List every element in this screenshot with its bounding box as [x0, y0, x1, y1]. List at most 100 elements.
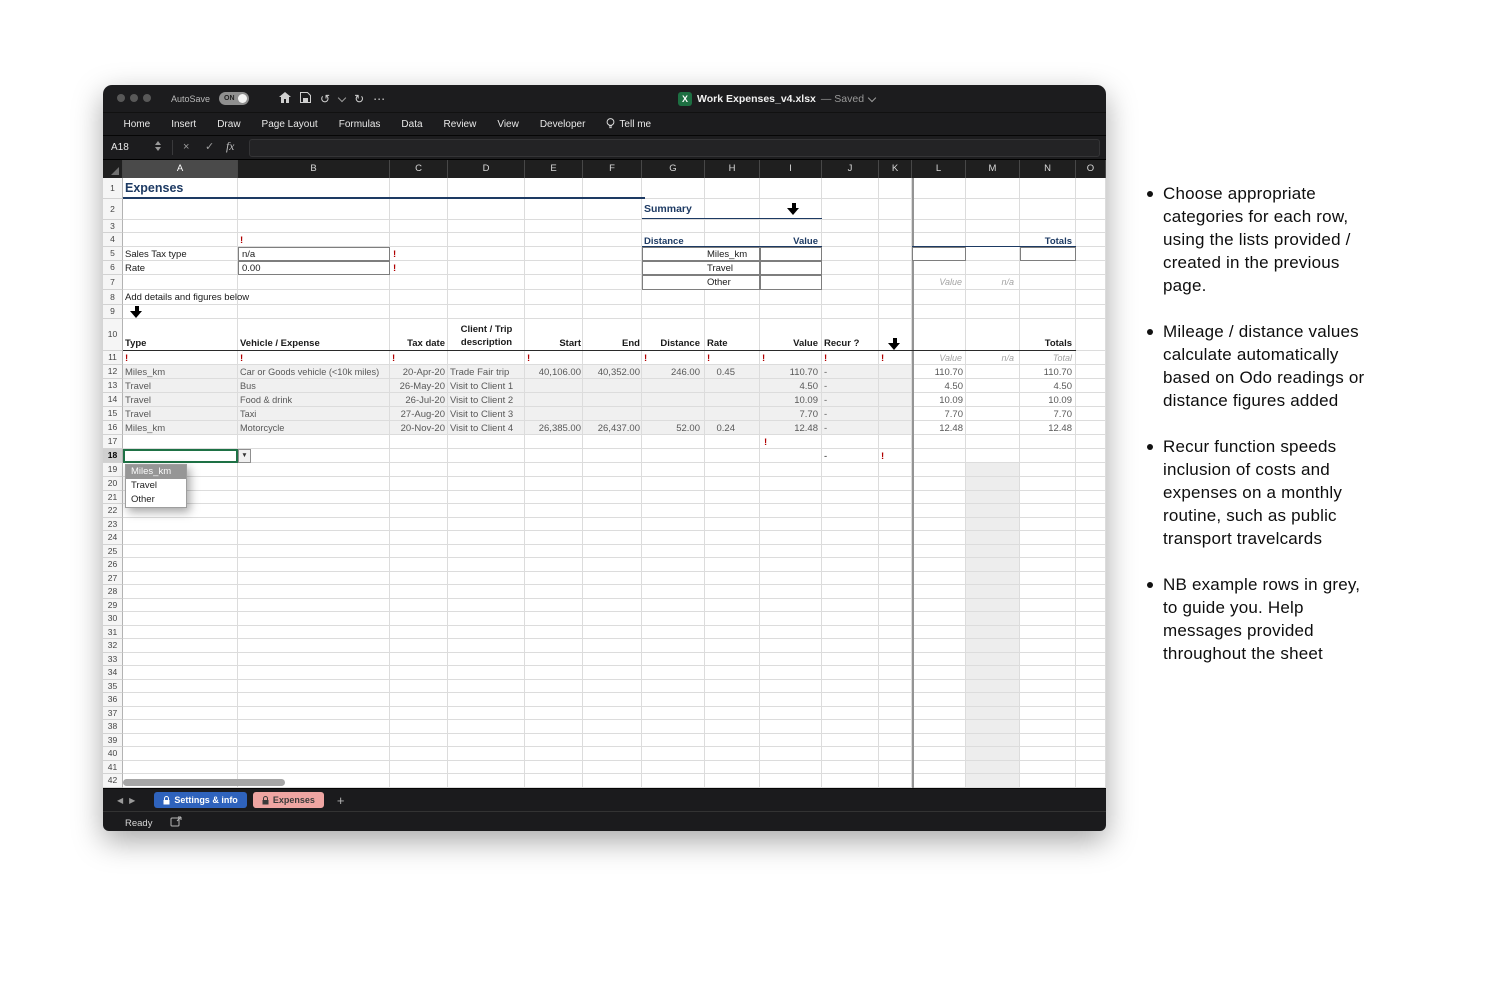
maximize-window-icon[interactable]	[143, 94, 151, 102]
tab-scroll-right-icon[interactable]: ▶	[129, 796, 135, 805]
column-header-c[interactable]: C	[390, 160, 448, 178]
formula-input[interactable]	[249, 139, 1100, 157]
row-header-13[interactable]: 13	[103, 379, 123, 393]
column-header-e[interactable]: E	[525, 160, 583, 178]
row-header-2[interactable]: 2	[103, 199, 123, 220]
column-header-f[interactable]: F	[583, 160, 642, 178]
row-header-36[interactable]: 36	[103, 693, 123, 707]
column-header-l[interactable]: L	[912, 160, 966, 178]
row-header-4[interactable]: 4	[103, 233, 123, 247]
column-header-b[interactable]: B	[238, 160, 390, 178]
tell-me-button[interactable]: Tell me	[596, 118, 662, 130]
column-header-k[interactable]: K	[879, 160, 912, 178]
save-icon[interactable]	[300, 90, 311, 108]
more-icon[interactable]: ⋯	[373, 93, 385, 105]
row-header-1[interactable]: 1	[103, 178, 123, 199]
column-header-j[interactable]: J	[822, 160, 879, 178]
row-header-7[interactable]: 7	[103, 275, 123, 290]
tab-developer[interactable]: Developer	[529, 119, 596, 130]
sheet-tab-expenses[interactable]: Expenses	[253, 792, 324, 808]
row-header-18[interactable]: 18	[103, 449, 123, 463]
sheet-tab-settings-info[interactable]: Settings & info	[154, 792, 247, 808]
validation-dropdown-list[interactable]: Miles_kmTravelOther	[125, 464, 187, 508]
name-box-stepper[interactable]	[155, 141, 161, 151]
sales-tax-type-field[interactable]	[238, 247, 390, 261]
row-header-34[interactable]: 34	[103, 666, 123, 680]
row-header-14[interactable]: 14	[103, 393, 123, 407]
row-header-37[interactable]: 37	[103, 707, 123, 721]
undo-menu-chevron-icon[interactable]	[338, 93, 346, 101]
row-header-22[interactable]: 22	[103, 504, 123, 518]
row-header-21[interactable]: 21	[103, 491, 123, 504]
cancel-entry-icon[interactable]: ×	[183, 136, 189, 159]
dropdown-item-travel[interactable]: Travel	[126, 479, 186, 493]
row-header-38[interactable]: 38	[103, 720, 123, 734]
dropdown-item-miles_km[interactable]: Miles_km	[126, 465, 186, 479]
row-header-20[interactable]: 20	[103, 477, 123, 491]
sales-tax-rate-field[interactable]	[238, 261, 390, 275]
home-icon[interactable]	[279, 90, 291, 108]
tab-home[interactable]: Home	[113, 119, 161, 130]
tab-view[interactable]: View	[487, 119, 530, 130]
row-header-8[interactable]: 8	[103, 290, 123, 305]
row-header-24[interactable]: 24	[103, 531, 123, 545]
window-titlebar[interactable]: AutoSave ON ↺ ↻ ⋯ X Work Expenses_v4.xls…	[103, 85, 1106, 112]
accessibility-icon[interactable]	[170, 814, 182, 831]
tab-draw[interactable]: Draw	[207, 119, 251, 130]
row-header-29[interactable]: 29	[103, 599, 123, 613]
row-header-5[interactable]: 5	[103, 247, 123, 261]
tab-data[interactable]: Data	[391, 119, 433, 130]
tab-review[interactable]: Review	[433, 119, 487, 130]
tab-formulas[interactable]: Formulas	[328, 119, 391, 130]
title-chevron-icon[interactable]	[868, 93, 876, 101]
dropdown-button[interactable]: ▼	[238, 449, 251, 463]
row-header-25[interactable]: 25	[103, 545, 123, 559]
row-header-3[interactable]: 3	[103, 220, 123, 233]
row-header-28[interactable]: 28	[103, 585, 123, 599]
add-sheet-button[interactable]: +	[337, 793, 345, 808]
row-header-30[interactable]: 30	[103, 612, 123, 626]
row-header-32[interactable]: 32	[103, 639, 123, 653]
tab-page-layout[interactable]: Page Layout	[251, 119, 328, 130]
row-header-33[interactable]: 33	[103, 653, 123, 667]
undo-icon[interactable]: ↺	[320, 93, 330, 105]
row-header-39[interactable]: 39	[103, 734, 123, 748]
close-window-icon[interactable]	[117, 94, 125, 102]
dropdown-item-other[interactable]: Other	[126, 493, 186, 507]
row-header-16[interactable]: 16	[103, 421, 123, 435]
column-header-d[interactable]: D	[448, 160, 525, 178]
row-header-9[interactable]: 9	[103, 305, 123, 319]
column-header-h[interactable]: H	[705, 160, 760, 178]
refresh-icon[interactable]: ↻	[354, 93, 364, 105]
row-header-23[interactable]: 23	[103, 518, 123, 532]
row-header-15[interactable]: 15	[103, 407, 123, 421]
confirm-entry-icon[interactable]: ✓	[205, 136, 214, 159]
row-header-10[interactable]: 10	[103, 319, 123, 351]
horizontal-scrollbar[interactable]	[123, 779, 285, 786]
row-header-35[interactable]: 35	[103, 680, 123, 694]
select-all-corner[interactable]	[103, 160, 123, 178]
column-header-n[interactable]: N	[1020, 160, 1076, 178]
tab-scroll-left-icon[interactable]: ◀	[117, 796, 123, 805]
row-header-40[interactable]: 40	[103, 747, 123, 761]
tab-insert[interactable]: Insert	[161, 119, 207, 130]
row-header-6[interactable]: 6	[103, 261, 123, 275]
column-header-o[interactable]: O	[1076, 160, 1106, 178]
column-header-m[interactable]: M	[966, 160, 1020, 178]
minimize-window-icon[interactable]	[130, 94, 138, 102]
spreadsheet-grid[interactable]: ABCDEFGHIJKLMNO 123456789101112131415161…	[103, 160, 1106, 788]
row-header-11[interactable]: 11	[103, 351, 123, 365]
row-header-41[interactable]: 41	[103, 761, 123, 775]
row-header-42[interactable]: 42	[103, 774, 123, 788]
row-header-17[interactable]: 17	[103, 435, 123, 449]
autosave-toggle[interactable]: ON	[219, 92, 249, 105]
column-header-g[interactable]: G	[642, 160, 705, 178]
selected-cell-a18[interactable]	[123, 449, 238, 463]
insert-function-icon[interactable]: fx	[226, 136, 234, 159]
name-box[interactable]: A18	[111, 136, 129, 159]
row-header-31[interactable]: 31	[103, 626, 123, 640]
row-header-27[interactable]: 27	[103, 572, 123, 586]
row-header-19[interactable]: 19	[103, 463, 123, 477]
row-header-12[interactable]: 12	[103, 365, 123, 379]
column-header-i[interactable]: I	[760, 160, 822, 178]
